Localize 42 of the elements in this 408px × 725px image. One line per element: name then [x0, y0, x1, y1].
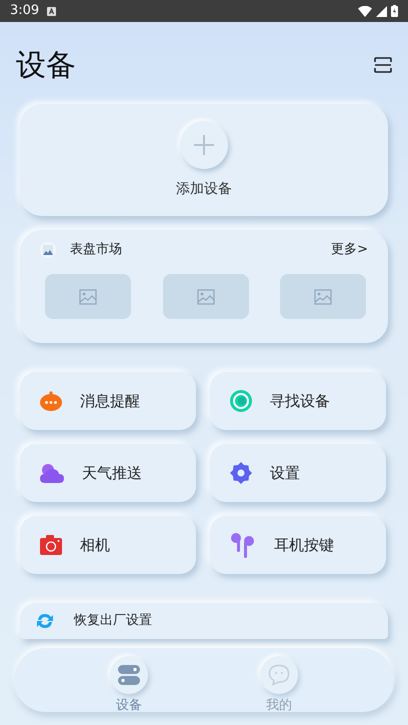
page-title: 设备: [16, 46, 76, 84]
earbuds-icon: [230, 532, 256, 558]
add-device-card[interactable]: 添加设备: [20, 104, 388, 216]
refresh-icon: [34, 611, 56, 631]
image-icon: [40, 242, 56, 258]
chat-bubble-icon: [268, 664, 290, 686]
feature-card[interactable]: 消息提醒: [20, 372, 196, 430]
feature-label: 耳机按键: [274, 534, 334, 556]
signal-icon: [376, 6, 387, 16]
scan-icon[interactable]: [374, 57, 392, 73]
feature-label: 寻找设备: [270, 390, 330, 412]
watch-face-thumbnail[interactable]: [280, 274, 366, 319]
gear-icon: [230, 462, 252, 484]
status-time: 3:09: [10, 2, 40, 20]
cloud-icon: [40, 463, 64, 483]
restore-factory-label: 恢复出厂设置: [74, 612, 152, 630]
feature-card[interactable]: 相机: [20, 516, 196, 574]
image-placeholder-icon: [196, 288, 214, 304]
toggle-list-icon: [118, 664, 140, 686]
wifi-icon: [358, 6, 372, 16]
message-bubble-icon: [40, 391, 62, 411]
feature-label: 消息提醒: [80, 390, 140, 412]
watch-face-thumbnail[interactable]: [162, 274, 248, 319]
watch-face-title: 表盘市场: [70, 241, 122, 260]
image-placeholder-icon: [314, 288, 332, 304]
battery-icon: [391, 5, 398, 17]
add-device-label: 添加设备: [176, 180, 232, 198]
feature-label: 相机: [80, 534, 110, 556]
feature-card[interactable]: 耳机按键: [210, 516, 386, 574]
radar-icon: [230, 390, 252, 412]
feature-card[interactable]: 寻找设备: [210, 372, 386, 430]
camera-icon: [40, 535, 62, 555]
notification-icon: [47, 6, 56, 16]
feature-label: 设置: [270, 462, 300, 484]
add-icon[interactable]: [180, 120, 228, 168]
image-placeholder-icon: [79, 288, 97, 304]
feature-card[interactable]: 设置: [210, 444, 386, 502]
feature-card[interactable]: 天气推送: [20, 444, 196, 502]
feature-label: 天气推送: [82, 462, 142, 484]
watch-face-thumbnail[interactable]: [45, 274, 131, 319]
more-link[interactable]: 更多>: [331, 240, 368, 260]
restore-factory-card[interactable]: 恢复出厂设置: [20, 603, 388, 639]
